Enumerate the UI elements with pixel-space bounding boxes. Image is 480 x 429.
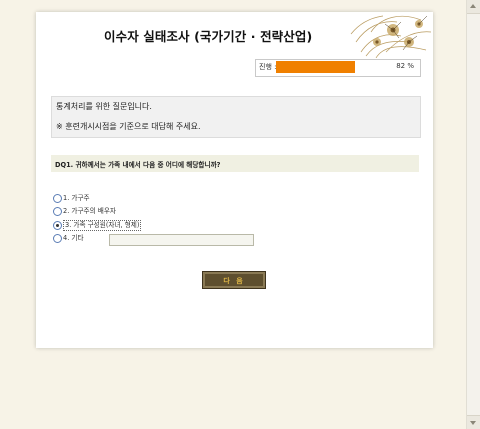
scroll-up-arrow-icon[interactable] xyxy=(467,0,480,14)
radio-button[interactable] xyxy=(53,234,62,243)
radio-button-selected[interactable] xyxy=(53,221,62,230)
next-button[interactable]: 다 음 xyxy=(202,271,266,289)
question-header: DQ1. 귀하께서는 가족 내에서 다음 중 어디에 해당합니까? xyxy=(51,155,419,172)
survey-card: 이수자 실태조사 (국가기간 · 전략산업) 진행 : 82 % 통계처리를 위… xyxy=(36,12,433,348)
other-text-input[interactable] xyxy=(109,234,254,246)
notice-box: 통계처리를 위한 질문입니다. ※ 훈련개시시점을 기준으로 대답해 주세요. xyxy=(51,96,421,138)
next-button-label: 다 음 xyxy=(223,277,245,285)
progress-bar-fill xyxy=(276,61,355,73)
notice-instruction: ※ 훈련개시시점을 기준으로 대답해 주세요. xyxy=(56,122,201,131)
notice-text: 통계처리를 위한 질문입니다. xyxy=(56,102,152,111)
page-title: 이수자 실태조사 (국가기간 · 전략산업) xyxy=(104,29,313,44)
decorative-flower-image xyxy=(331,12,433,58)
vertical-scrollbar[interactable] xyxy=(466,0,480,429)
progress-percent: 82 % xyxy=(396,62,414,70)
option-label[interactable]: 4. 기타 xyxy=(63,234,84,243)
option-label[interactable]: 1. 가구주 xyxy=(63,194,90,203)
option-label[interactable]: 3. 가족 구성원(자녀, 형제) xyxy=(63,220,142,231)
scroll-down-arrow-icon[interactable] xyxy=(467,415,480,429)
progress-indicator: 진행 : 82 % xyxy=(255,59,421,77)
progress-label: 진행 : xyxy=(259,63,277,71)
radio-button[interactable] xyxy=(53,194,62,203)
radio-button[interactable] xyxy=(53,207,62,216)
question-text: DQ1. 귀하께서는 가족 내에서 다음 중 어디에 해당합니까? xyxy=(55,161,221,169)
option-label[interactable]: 2. 가구주의 배우자 xyxy=(63,207,116,216)
progress-bar xyxy=(276,61,372,73)
